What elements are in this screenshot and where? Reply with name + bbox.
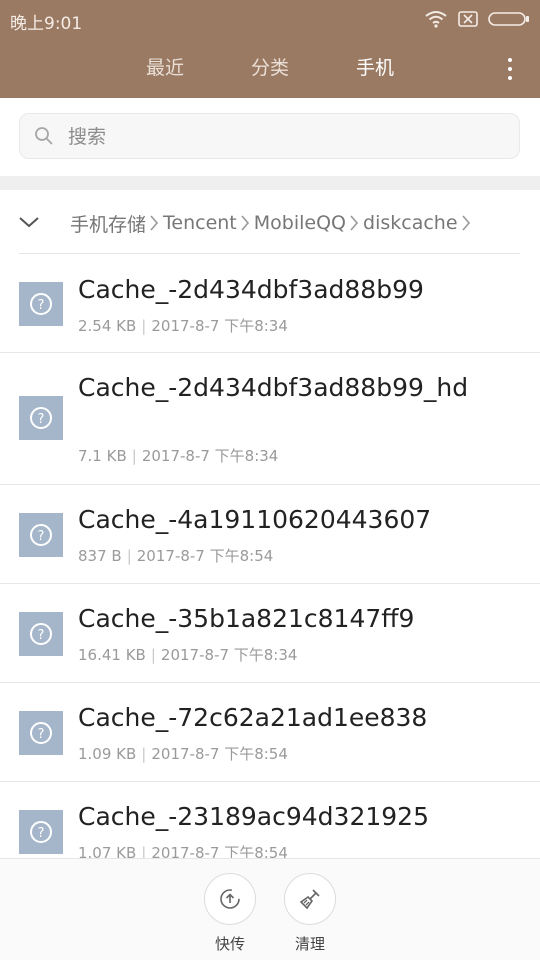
fast-transfer-label: 快传: [214, 935, 245, 953]
unknown-file-icon: ?: [19, 612, 63, 656]
file-date: 2017-8-7 下午8:54: [151, 745, 288, 763]
wifi-icon: [425, 11, 447, 28]
file-name: Cache_-72c62a21ad1ee838: [78, 703, 428, 732]
tab-bar: 最近 分类 手机: [0, 46, 540, 90]
breadcrumb-item-tencent[interactable]: Tencent: [163, 212, 237, 234]
file-meta: 837 B | 2017-8-7 下午8:54: [78, 547, 274, 565]
file-size: 1.07 KB: [78, 844, 137, 858]
search-icon: [35, 127, 53, 145]
file-date: 2017-8-7 下午8:34: [141, 447, 279, 465]
file-date: 2017-8-7 下午8:34: [160, 646, 298, 664]
file-row[interactable]: ? Cache_-4a19110620443607 837 B | 2017-8-7…: [0, 485, 540, 584]
svg-text:?: ?: [38, 412, 45, 427]
search-input[interactable]: [66, 122, 510, 152]
unknown-file-icon: ?: [19, 282, 63, 326]
unknown-file-icon: ?: [19, 513, 63, 557]
file-size: 7.1 KB: [78, 447, 127, 465]
file-size: 837 B: [78, 547, 122, 565]
more-menu-icon[interactable]: [506, 56, 514, 82]
file-meta: 2.54 KB | 2017-8-7 下午8:34: [78, 317, 288, 335]
clean-label: 清理: [294, 935, 325, 953]
search-section: [0, 98, 540, 176]
file-date: 2017-8-7 下午8:34: [151, 317, 288, 335]
tab-recent[interactable]: 最近: [125, 46, 205, 90]
no-sim-icon: [458, 11, 478, 27]
file-row[interactable]: ? Cache_-2d434dbf3ad88b99 2.54 KB | 2017-8…: [0, 254, 540, 353]
status-icons: [424, 8, 530, 30]
battery-icon: [488, 12, 529, 26]
file-meta: 7.1 KB | 2017-8-7 下午8:34: [78, 447, 279, 465]
file-date: 2017-8-7 下午8:54: [151, 844, 288, 858]
breadcrumb-item-diskcache[interactable]: diskcache: [363, 212, 458, 234]
unknown-file-icon: ?: [19, 711, 63, 755]
chevron-down-icon[interactable]: [18, 214, 40, 230]
status-time: 晚上9:01: [10, 14, 83, 34]
svg-text:?: ?: [38, 628, 45, 643]
breadcrumb-item-mobileqq[interactable]: MobileQQ: [254, 212, 346, 234]
svg-text:?: ?: [38, 298, 45, 313]
svg-text:?: ?: [38, 727, 45, 742]
file-row[interactable]: ? Cache_-72c62a21ad1ee838 1.09 KB | 2017-8…: [0, 683, 540, 782]
file-row[interactable]: ? Cache_-23189ac94d321925 1.07 KB | 2017-8…: [0, 782, 540, 858]
chevron-right-icon: [461, 215, 470, 231]
breadcrumb-item-phone-storage[interactable]: 手机存储: [70, 210, 146, 237]
chevron-right-icon: [350, 215, 359, 231]
tab-category[interactable]: 分类: [230, 46, 310, 90]
broom-icon: [284, 873, 336, 925]
fast-transfer-button[interactable]: 快传: [200, 873, 260, 954]
file-name: Cache_-2d434dbf3ad88b99: [78, 275, 424, 304]
unknown-file-icon: ?: [19, 396, 63, 440]
file-size: 2.54 KB: [78, 317, 137, 335]
file-meta: 1.09 KB | 2017-8-7 下午8:54: [78, 745, 288, 763]
breadcrumb-path: 手机存储 Tencent MobileQQ diskcache: [70, 209, 475, 237]
clean-button[interactable]: 清理: [280, 873, 340, 954]
file-name: Cache_-23189ac94d321925: [78, 802, 429, 831]
status-bar: 晚上9:01: [0, 0, 540, 38]
svg-text:?: ?: [38, 826, 45, 841]
unknown-file-icon: ?: [19, 810, 63, 854]
file-meta: 1.07 KB | 2017-8-7 下午8:54: [78, 842, 288, 858]
file-row[interactable]: ? Cache_-35b1a821c8147ff9 16.41 KB | 2017-…: [0, 584, 540, 683]
file-name: Cache_-4a19110620443607: [78, 505, 432, 534]
file-meta: 16.41 KB | 2017-8-7 下午8:34: [78, 646, 298, 664]
file-name: Cache_-35b1a821c8147ff9: [78, 604, 415, 633]
file-size: 16.41 KB: [78, 646, 146, 664]
chevron-right-icon: [241, 215, 249, 231]
file-date: 2017-8-7 下午8:54: [136, 547, 274, 565]
chevron-right-icon: [150, 215, 159, 231]
svg-text:?: ?: [38, 529, 45, 544]
bottom-action-bar: 快传 清理: [0, 858, 540, 960]
search-bar[interactable]: [19, 113, 520, 159]
section-divider: [0, 176, 540, 190]
breadcrumb: 手机存储 Tencent MobileQQ diskcache: [0, 190, 540, 254]
file-name: Cache_-2d434dbf3ad88b99_hd: [78, 373, 469, 402]
tab-phone[interactable]: 手机: [335, 46, 415, 90]
file-size: 1.09 KB: [78, 745, 137, 763]
file-row[interactable]: ? Cache_-2d434dbf3ad88b99_hd 7.1 KB | 2017…: [0, 353, 540, 485]
app-header: 晚上9:01 最近 分类 手机: [0, 0, 540, 98]
fast-transfer-icon: [204, 873, 256, 925]
file-list: ? Cache_-2d434dbf3ad88b99 2.54 KB | 2017-8…: [0, 254, 540, 858]
